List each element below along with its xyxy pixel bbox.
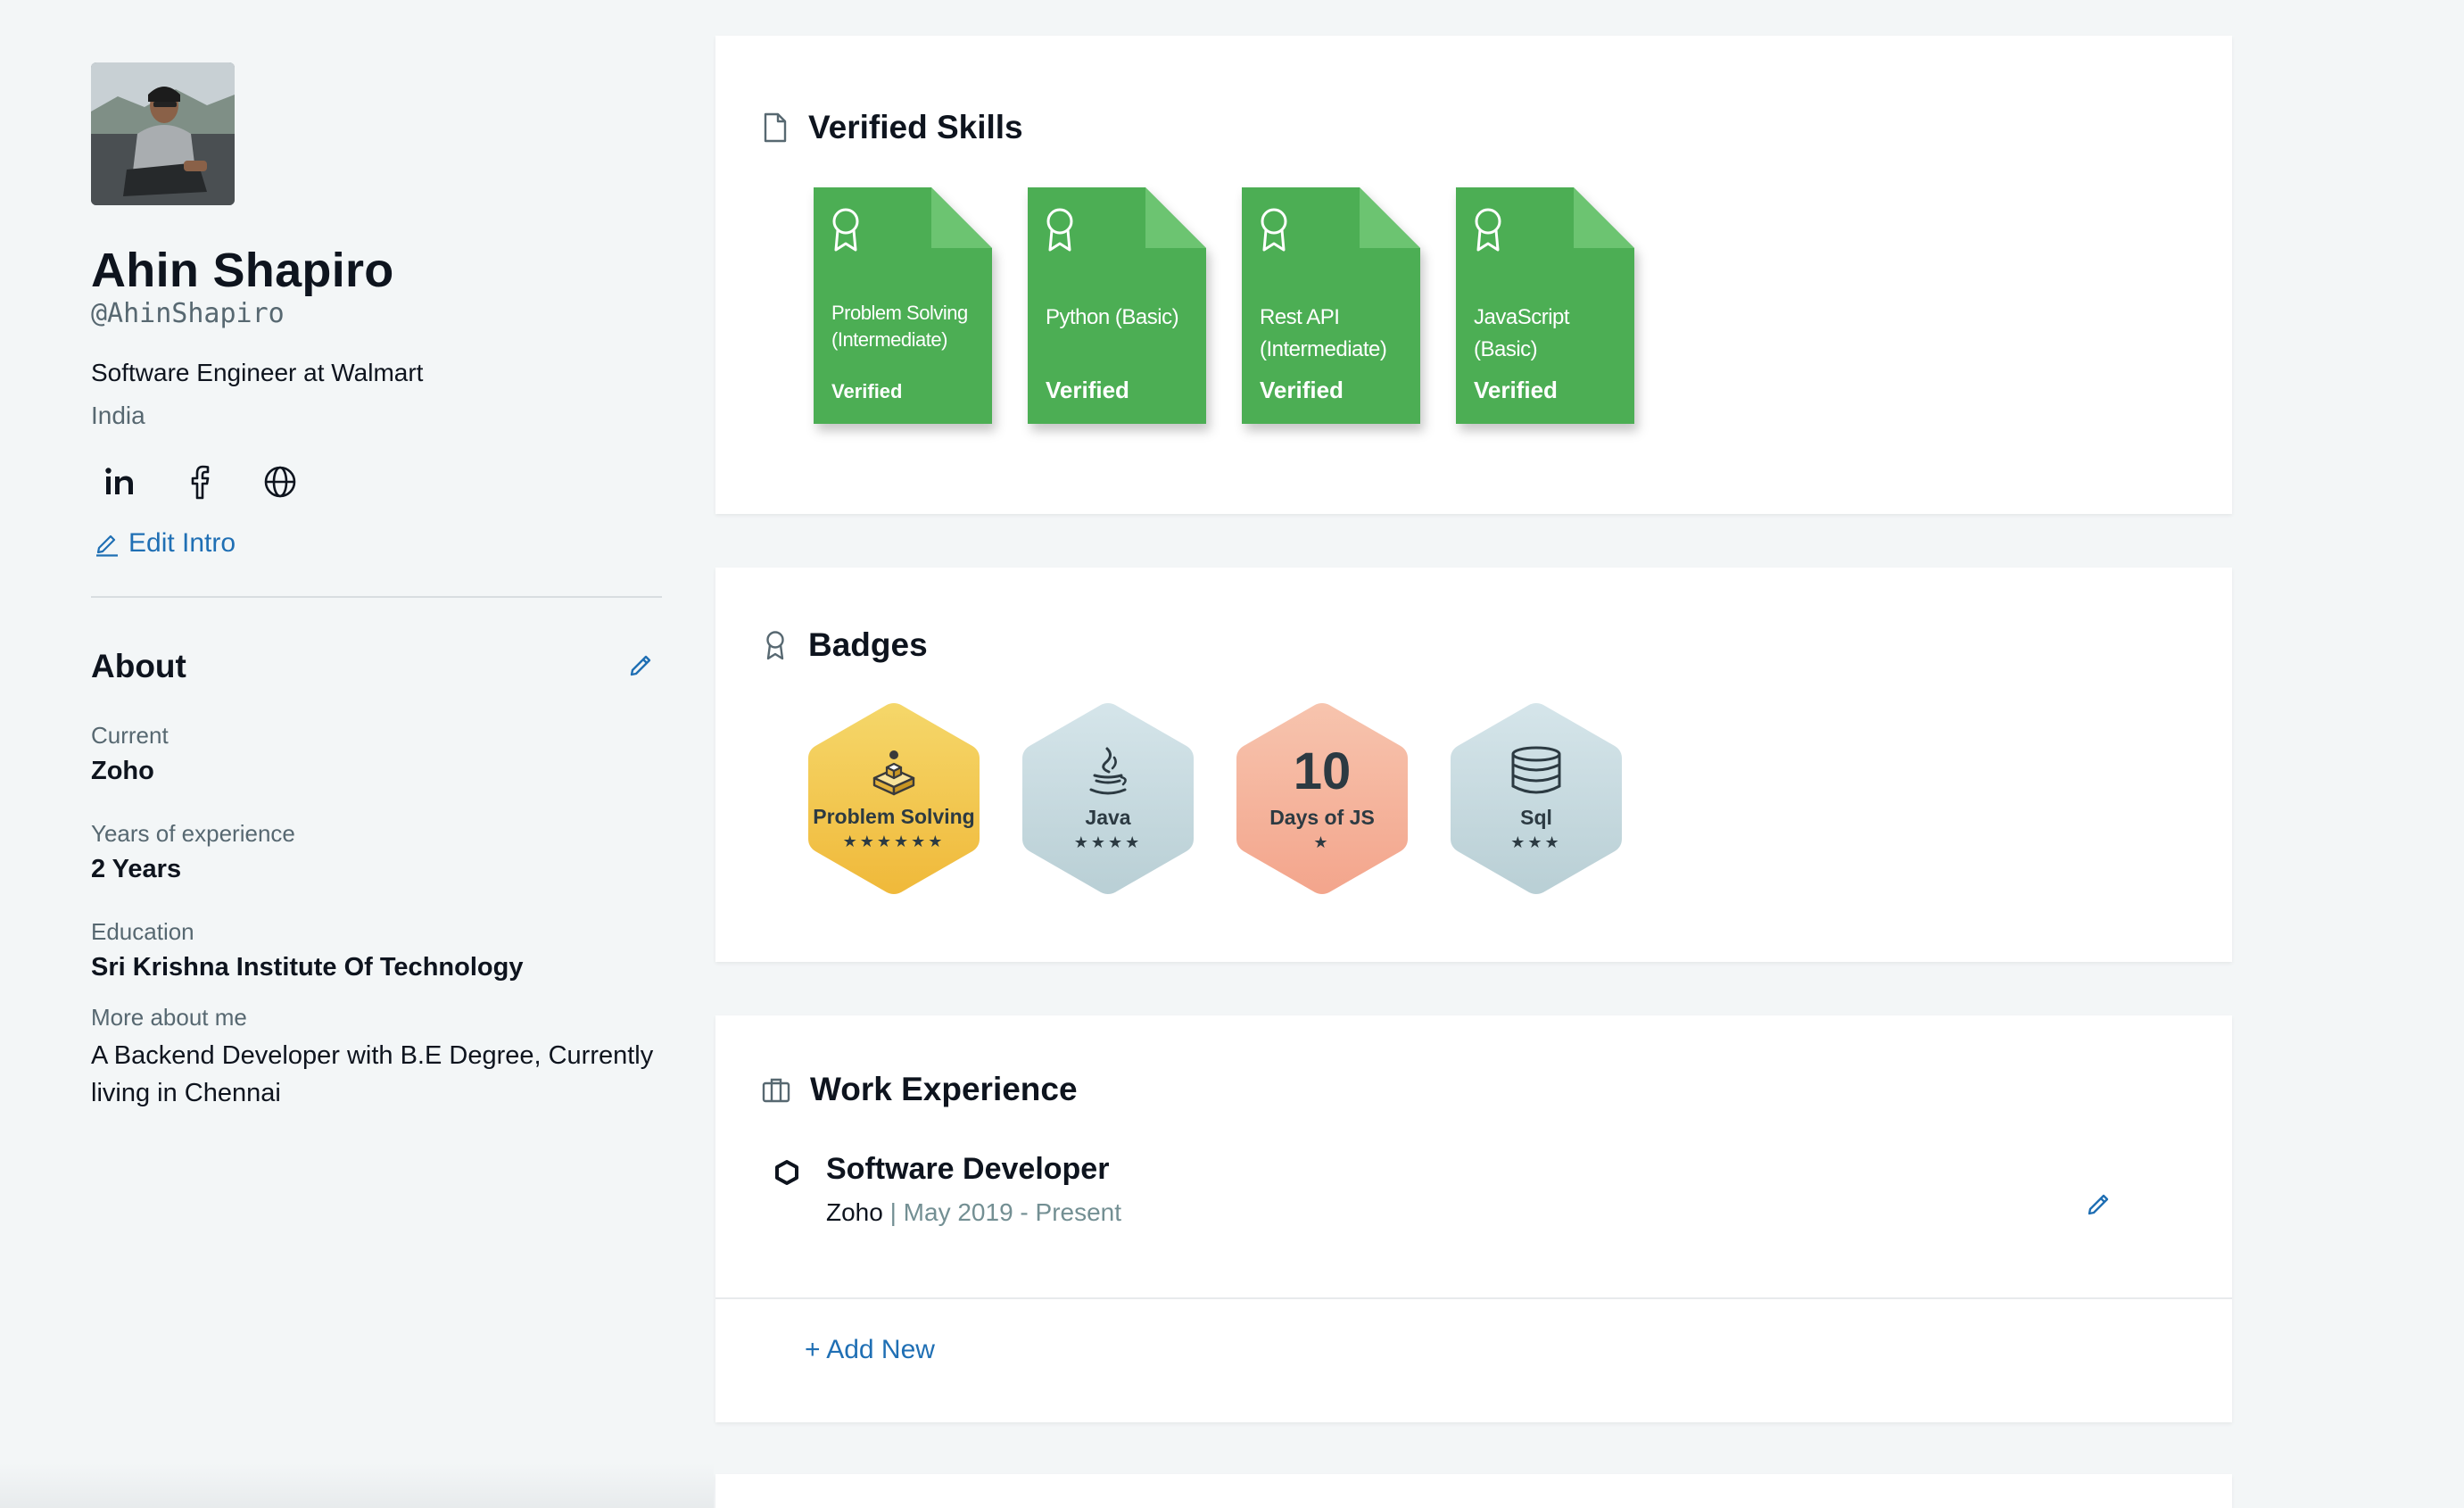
certificate-fold xyxy=(1574,187,1634,248)
verified-skills-card: Verified Skills Problem Solving (Interme… xyxy=(715,36,2232,514)
database-icon xyxy=(1511,746,1561,794)
profile-panel: Ahin Shapiro @AhinShapiro Software Engin… xyxy=(91,62,662,1112)
work-item-separator: | xyxy=(889,1198,897,1226)
hexagon-icon xyxy=(775,1160,798,1185)
badges-title: Badges xyxy=(808,626,928,663)
verified-skills-header: Verified Skills xyxy=(762,109,1023,146)
badge-java[interactable]: Java ★★★★ xyxy=(1019,701,1197,896)
bottom-shadow xyxy=(0,1463,714,1508)
work-experience-header: Work Experience xyxy=(762,1071,1078,1108)
more-about-text: A Backend Developer with B.E Degree, Cur… xyxy=(91,1041,654,1107)
work-item-dates: May 2019 - Present xyxy=(903,1198,1122,1226)
edit-work-pencil-icon[interactable] xyxy=(2086,1190,2113,1222)
edit-intro-label: Edit Intro xyxy=(128,528,236,558)
work-experience-card: Work Experience Software Developer Zoho … xyxy=(715,1015,2232,1422)
badge-stars: ★ xyxy=(1313,833,1331,851)
profile-job: Software Engineer at Walmart xyxy=(91,359,424,386)
work-item-title: Software Developer xyxy=(826,1152,1110,1186)
add-new-work-button[interactable]: + Add New xyxy=(805,1335,935,1365)
badge-stars: ★★★ xyxy=(1510,833,1562,851)
skill-name: Problem Solving (Intermediate) xyxy=(831,302,968,351)
edit-intro-link[interactable]: Edit Intro xyxy=(91,528,662,559)
more-about-label: More about me xyxy=(91,1004,247,1031)
profile-name: Ahin Shapiro xyxy=(91,244,394,297)
globe-icon[interactable] xyxy=(259,460,302,503)
certificate-fold xyxy=(931,187,992,248)
current-label: Current xyxy=(91,722,169,749)
document-icon xyxy=(764,112,787,143)
briefcase-icon xyxy=(762,1078,790,1103)
skill-status: Verified xyxy=(831,380,903,402)
badge-number: 10 xyxy=(1293,742,1352,800)
skill-certificate[interactable]: JavaScript (Basic) Verified xyxy=(1456,187,1634,424)
profile-location: India xyxy=(91,402,145,429)
java-cup-icon xyxy=(1089,747,1127,795)
badge-problem-solving[interactable]: Problem Solving ★★★★★★ xyxy=(805,701,983,896)
badge-sql[interactable]: Sql ★★★ xyxy=(1447,701,1625,896)
profile-handle: @AhinShapiro xyxy=(91,298,285,329)
skill-certificate[interactable]: Problem Solving (Intermediate) Verified xyxy=(814,187,992,424)
skill-status: Verified xyxy=(1474,377,1558,403)
skill-name: Python (Basic) xyxy=(1046,305,1179,329)
skills-list: Problem Solving (Intermediate) Verified … xyxy=(814,187,1634,424)
education-label: Education xyxy=(91,918,194,945)
skill-certificate[interactable]: Python (Basic) Verified xyxy=(1028,187,1206,424)
certificate-fold xyxy=(1145,187,1206,248)
linkedin-icon[interactable] xyxy=(98,460,141,503)
skill-name: Rest API (Intermediate) xyxy=(1260,305,1387,361)
award-ribbon-icon xyxy=(832,208,859,252)
years-label: Years of experience xyxy=(91,820,295,847)
badge-stars: ★★★★ xyxy=(1073,833,1143,851)
badges-card: Badges Problem Solving ★★★★★★ Java ★★★★ … xyxy=(715,568,2232,962)
badge-name: Sql xyxy=(1520,806,1552,829)
about-header: About xyxy=(91,648,662,685)
work-item-meta: Zoho | May 2019 - Present xyxy=(826,1197,1121,1228)
award-ribbon-icon xyxy=(1046,208,1073,252)
social-links xyxy=(91,460,662,503)
badge-stars: ★★★★★★ xyxy=(842,833,946,850)
award-ribbon-icon xyxy=(1475,208,1501,252)
work-item: Software Developer Zoho | May 2019 - Pre… xyxy=(774,1151,2184,1228)
badge-name: Java xyxy=(1085,806,1131,829)
edit-about-pencil-icon[interactable] xyxy=(628,651,655,683)
next-section-card xyxy=(715,1474,2232,1508)
badge-days-of-js[interactable]: 10 Days of JS ★ xyxy=(1233,701,1411,896)
pencil-icon xyxy=(96,534,118,557)
years-value: 2 Years xyxy=(91,855,182,883)
work-divider xyxy=(715,1297,2232,1299)
award-icon xyxy=(766,631,784,660)
skill-status: Verified xyxy=(1046,377,1129,403)
about-title: About xyxy=(91,648,186,684)
certificate-fold xyxy=(1360,187,1420,248)
badge-name: Problem Solving xyxy=(813,805,975,828)
work-item-company: Zoho xyxy=(826,1198,883,1226)
badges-list: Problem Solving ★★★★★★ Java ★★★★ 10 Days… xyxy=(805,701,1625,896)
avatar[interactable] xyxy=(91,62,235,205)
education-value: Sri Krishna Institute Of Technology xyxy=(91,953,524,982)
skill-name: JavaScript (Basic) xyxy=(1474,305,1570,361)
badges-header: Badges xyxy=(762,626,928,664)
facebook-icon[interactable] xyxy=(178,460,221,503)
badge-name: Days of JS xyxy=(1269,806,1375,829)
cube-stairs-icon xyxy=(872,750,915,796)
verified-skills-title: Verified Skills xyxy=(808,109,1023,145)
skill-certificate[interactable]: Rest API (Intermediate) Verified xyxy=(1242,187,1420,424)
profile-divider xyxy=(91,596,662,598)
current-value: Zoho xyxy=(91,757,154,785)
award-ribbon-icon xyxy=(1261,208,1287,252)
skill-status: Verified xyxy=(1260,377,1344,403)
work-experience-title: Work Experience xyxy=(810,1071,1078,1107)
